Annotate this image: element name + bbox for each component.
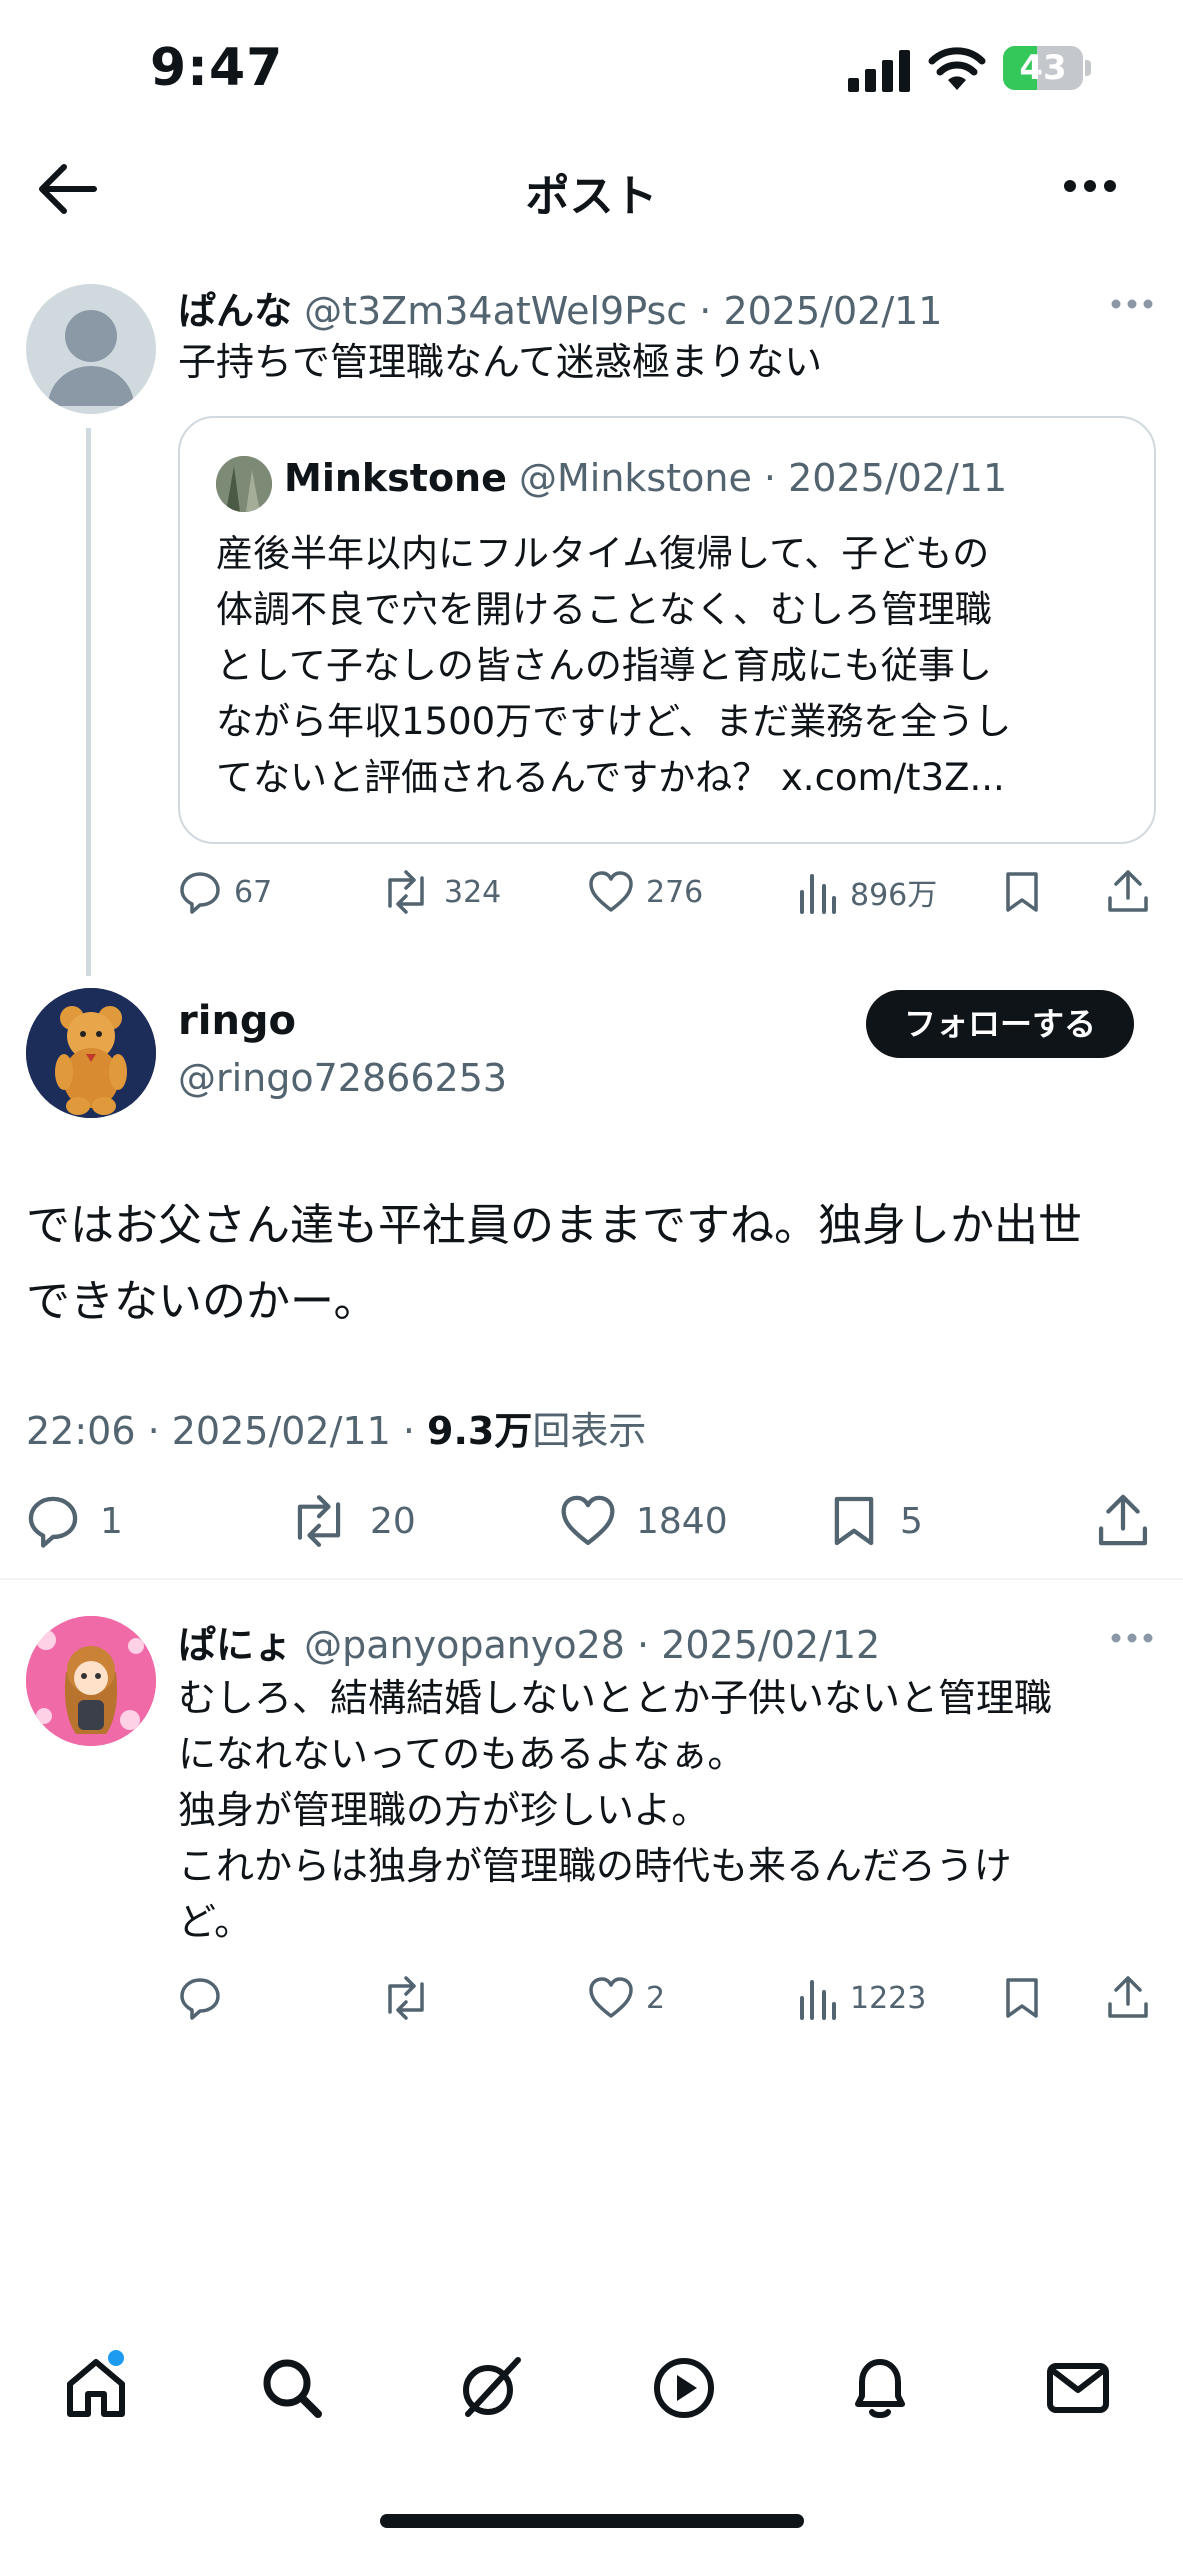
bookmark-icon — [834, 1496, 874, 1546]
parent-post-header: ぱんな @t3Zm34atWel9Psc · 2025/02/11 — [178, 289, 943, 333]
main-post-views-count: 9.3万 — [427, 1409, 533, 1453]
main-repost-button[interactable]: 20 — [288, 1494, 416, 1548]
teddy-bear-avatar-image — [26, 988, 156, 1118]
tab-bar — [0, 2330, 1183, 2450]
tab-grok[interactable] — [454, 2352, 526, 2424]
home-indicator — [380, 2514, 804, 2528]
main-post-author-name[interactable]: ringo — [178, 998, 296, 1044]
main-post-timestamp[interactable]: 22:06 · 2025/02/11 · — [26, 1409, 427, 1453]
status-time: 9:47 — [150, 38, 284, 98]
reply-bookmark-icon[interactable] — [1004, 1976, 1040, 2020]
reply-icon — [180, 872, 220, 914]
tab-home[interactable] — [62, 2350, 130, 2422]
like-icon — [589, 1977, 633, 2018]
page-title: ポスト — [525, 171, 658, 222]
repost-icon — [297, 1495, 341, 1547]
wifi-icon — [928, 47, 986, 90]
notification-dot — [108, 2350, 124, 2366]
quoted-post-avatar — [216, 456, 272, 512]
tab-messages[interactable] — [1044, 2354, 1112, 2422]
follow-button[interactable]: フォローする — [866, 990, 1134, 1058]
like-icon — [561, 1495, 615, 1546]
default-avatar-icon — [48, 310, 134, 406]
parent-reply-button[interactable]: 67 — [178, 870, 272, 914]
main-post-views-suffix: 回表示 — [532, 1409, 647, 1453]
main-post-meta: 22:06 · 2025/02/11 · 9.3万回表示 — [26, 1400, 646, 1455]
reply-like-button[interactable]: 2 — [588, 1976, 665, 2020]
quoted-avatar-image — [216, 456, 272, 512]
main-post-avatar[interactable] — [26, 988, 156, 1118]
tab-search[interactable] — [258, 2354, 326, 2422]
thread-connector — [86, 428, 91, 976]
like-icon — [589, 871, 633, 912]
quoted-post-card[interactable]: Minkstone @Minkstone · 2025/02/11 産後半年以内… — [178, 416, 1156, 844]
parent-post-author-name[interactable]: ぱんな — [178, 289, 292, 333]
parent-share-icon[interactable] — [1106, 868, 1150, 914]
reply-repost-button[interactable] — [380, 1976, 444, 2020]
reply-share-icon[interactable] — [1106, 1974, 1150, 2020]
reply-post-author-name[interactable]: ぱにょ — [178, 1623, 292, 1667]
divider — [0, 1578, 1183, 1580]
reply-post-date[interactable]: 2025/02/12 — [661, 1623, 880, 1667]
parent-post-avatar[interactable] — [26, 284, 156, 414]
parent-like-button[interactable]: 276 — [588, 870, 703, 914]
tab-video[interactable] — [650, 2354, 718, 2422]
parent-post-handle[interactable]: @t3Zm34atWel9Psc — [304, 289, 687, 333]
parent-post-text: 子持ちで管理職なんて迷惑極まりない — [178, 340, 823, 384]
anime-girl-avatar-image — [26, 1616, 156, 1746]
quoted-post-text: 産後半年以内にフルタイム復帰して、子どもの 体調不良で穴を開けることなく、むしろ… — [216, 532, 1012, 799]
reply-post-text: むしろ、結構結婚しないととか子供いないと管理職 になれないってのもあるよなぁ。 … — [178, 1676, 1053, 1944]
reply-post-header: ぱにょ @panyopanyo28 · 2025/02/12 — [178, 1623, 881, 1667]
main-like-button[interactable]: 1840 — [560, 1494, 728, 1548]
more-options-icon[interactable] — [1062, 176, 1118, 196]
reply-icon — [180, 1978, 220, 2020]
main-reply-button[interactable]: 1 — [26, 1494, 123, 1548]
parent-views-button[interactable]: 896万 — [798, 870, 937, 914]
main-share-icon[interactable] — [1096, 1492, 1150, 1548]
main-post-text: ではお父さん達も平社員のままですね。独身しか出世 できないのかー。 — [26, 1200, 1082, 1327]
signal-icon — [848, 50, 910, 92]
reply-reply-button[interactable] — [178, 1976, 234, 2020]
reply-post-avatar[interactable] — [26, 1616, 156, 1746]
battery-percent: 43 — [1019, 48, 1067, 88]
parent-post-more-icon[interactable] — [1110, 298, 1154, 310]
views-icon — [800, 874, 836, 914]
reply-views-button[interactable]: 1223 — [798, 1976, 926, 2020]
main-post-handle[interactable]: @ringo72866253 — [178, 1056, 507, 1100]
views-icon — [800, 1980, 836, 2020]
reply-post-more-icon[interactable] — [1110, 1632, 1154, 1644]
repost-icon — [388, 1976, 424, 2020]
reply-icon — [28, 1496, 78, 1548]
quoted-post-handle: @Minkstone — [518, 456, 752, 500]
reply-post-handle[interactable]: @panyopanyo28 — [304, 1623, 625, 1667]
parent-bookmark-icon[interactable] — [1004, 870, 1040, 914]
quoted-post-date: 2025/02/11 — [788, 456, 1008, 500]
parent-repost-button[interactable]: 324 — [380, 870, 501, 914]
repost-icon — [388, 870, 424, 914]
parent-post-date[interactable]: 2025/02/11 — [723, 289, 942, 333]
main-bookmark-button[interactable]: 5 — [832, 1494, 923, 1548]
battery-indicator: 43 — [1003, 46, 1091, 90]
tab-notifications[interactable] — [846, 2352, 914, 2422]
quoted-post-author-name: Minkstone — [284, 456, 507, 500]
